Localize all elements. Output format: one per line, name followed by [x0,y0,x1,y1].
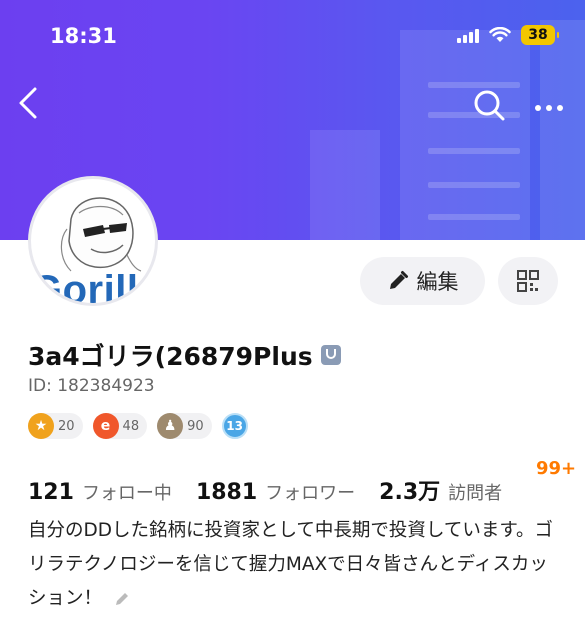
badge-count: 20 [58,418,75,434]
wifi-icon [489,27,511,42]
signal-icon [457,27,479,43]
status-time: 18:31 [50,24,117,48]
back-button[interactable] [16,86,42,124]
badge-star[interactable]: ★ 20 [28,413,83,439]
profile-bio: 自分のDDした銘柄に投資家として中長期で投資しています。ゴリラテクノロジーを信じ… [28,514,558,616]
group-medal-icon: ♟ [157,413,184,439]
followers-label[interactable]: フォロワー [265,479,355,505]
badge-count: 48 [122,418,140,434]
user-id: ID: 182384923 [28,376,155,396]
search-icon [474,90,505,121]
followers-count[interactable]: 1881 [196,480,257,505]
qr-code-button[interactable] [498,257,558,305]
visitors-label[interactable]: 訪問者 [448,479,502,505]
badge-count: 90 [187,418,204,434]
profile-name: 3a4ゴリラ(26879Plus [28,342,313,371]
star-medal-icon: ★ [28,413,54,439]
badge-group[interactable]: ♟ 90 [157,413,212,439]
profile-stats: 121 フォロー中 1881 フォロワー 2.3万 訪問者 [28,474,526,506]
avatar-logo-text: Gorillo [31,268,158,306]
status-indicators: 38 [457,25,559,45]
edit-button-label: 編集 [416,270,459,294]
battery-indicator: 38 [521,25,559,45]
edit-bio-pencil-icon[interactable] [114,589,132,607]
pencil-icon [389,271,408,289]
shield-badge-icon [320,345,341,365]
shield-medal-icon: e [92,413,119,439]
avatar[interactable]: Gorillo [28,176,158,306]
more-dots-icon [535,105,563,111]
chevron-left-icon [19,87,37,119]
level-badge[interactable]: 13 [221,413,248,439]
following-count[interactable]: 121 [28,480,74,505]
bio-text: 自分のDDした銘柄に投資家として中長期で投資しています。ゴリラテクノロジーを信じ… [28,520,554,609]
following-label[interactable]: フォロー中 [82,479,172,505]
more-button[interactable] [534,98,564,117]
edit-profile-button[interactable]: 編集 [360,257,485,305]
qr-code-icon [517,270,539,292]
badge-shield[interactable]: e 48 [92,413,148,439]
visitors-count[interactable]: 2.3万 [379,474,440,506]
profile-name-row: 3a4ゴリラ(26879Plus [28,337,341,373]
search-button[interactable] [472,88,506,126]
achievement-badges: ★ 20 e 48 ♟ 90 13 [28,413,248,439]
visitor-notification-badge: 99+ [536,458,577,479]
